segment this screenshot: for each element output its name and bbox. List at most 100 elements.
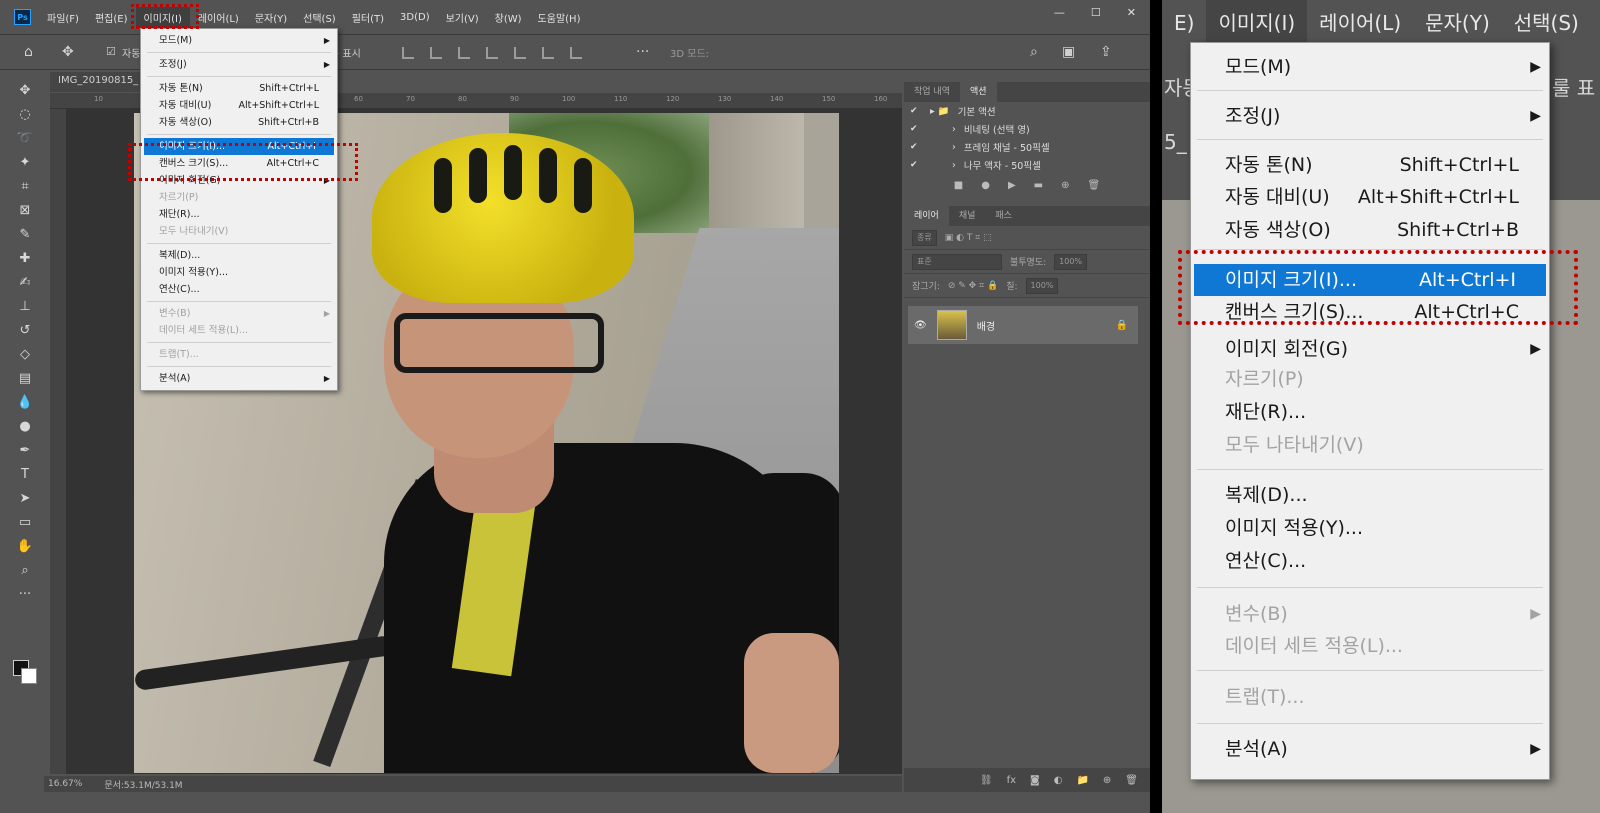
tab-paths[interactable]: 패스 [985,206,1022,226]
pen-tool-icon[interactable]: ✒ [8,438,42,462]
align-bottom-icon[interactable] [542,47,554,59]
menu-type[interactable]: 문자(Y) [247,7,295,28]
align-middle-icon[interactable] [514,47,526,59]
move-tool-icon[interactable]: ✥ [62,44,74,60]
align-center-icon[interactable] [430,47,442,59]
record-icon[interactable]: ● [981,180,990,191]
fx-icon[interactable]: fx [1007,775,1016,786]
hand-tool-icon[interactable]: ✋ [8,534,42,558]
trash-icon[interactable]: 🗑 [1088,180,1101,191]
tab-actions[interactable]: 액션 [959,82,997,102]
menu-item[interactable]: 자동 대비(U) Alt+Shift+Ctrl+L [141,97,337,114]
eyedropper-icon[interactable]: ✎ [8,222,42,246]
more-tools-icon[interactable]: ··· [8,582,42,606]
group-icon[interactable]: 📁 [1076,775,1088,786]
trash-icon[interactable]: 🗑 [1125,775,1138,786]
visibility-eye-icon[interactable]: 👁 [914,320,927,331]
history-brush-icon[interactable]: ↺ [8,318,42,342]
menu-item[interactable]: 분석(A) ▶ [1191,733,1549,765]
action-item[interactable]: ✔ › 나무 액자 - 50픽셀 [904,156,1150,174]
menu-item[interactable]: 자동 톤(N) Shift+Ctrl+L [1191,149,1549,181]
menu-file[interactable]: 파일(F) [39,7,87,28]
tab-channels[interactable]: 채널 [949,206,986,226]
blur-tool-icon[interactable]: 💧 [8,390,42,414]
tab-layers[interactable]: 레이어 [904,206,949,226]
lock-icon[interactable]: 🔒 [1116,320,1128,331]
blend-mode-select[interactable]: 표준 [912,253,1002,270]
check-icon[interactable]: ✔ [910,124,922,134]
link-icon[interactable]: ⛓ [980,775,993,786]
check-icon[interactable]: ✔ [910,160,922,170]
lock-icons[interactable]: ⊘ ✎ ✥ ⌗ 🔒 [948,281,998,291]
menu-layer[interactable]: 레이어(L) [1307,0,1413,46]
brush-tool-icon[interactable]: ✍ [8,270,42,294]
stop-icon[interactable]: ■ [954,180,963,191]
layer-item[interactable]: 👁 배경 🔒 [908,306,1138,344]
menu-item[interactable]: 조정(J) ▶ [141,56,337,73]
action-item[interactable]: ✔ › 프레임 채널 - 50픽셀 [904,138,1150,156]
menu-edit[interactable]: 편집(E) [87,7,136,28]
fill-input[interactable]: 100% [1025,277,1059,294]
lasso-tool-icon[interactable]: ➰ [8,126,42,150]
menu-item[interactable]: 이미지 회전(G) ▶ [1191,333,1549,365]
menu-3d[interactable]: 3D(D) [392,9,438,26]
more-options-icon[interactable]: ··· [636,44,649,60]
new-set-icon[interactable]: ▬ [1034,180,1043,191]
minimize-button[interactable]: — [1054,6,1065,19]
rectangle-tool-icon[interactable]: ▭ [8,510,42,534]
menu-item[interactable]: 자동 색상(O) Shift+Ctrl+B [1191,214,1549,246]
adjustment-icon[interactable]: ◐ [1054,775,1063,786]
path-select-icon[interactable]: ➤ [8,486,42,510]
maximize-button[interactable]: ☐ [1091,6,1101,19]
layer-filter-select[interactable]: 종류 [912,229,937,246]
menu-item[interactable]: 연산(C)... [1191,545,1549,577]
menu-window[interactable]: 창(W) [487,7,530,28]
share-icon[interactable]: ⇪ [1100,44,1112,60]
home-icon[interactable]: ⌂ [24,44,33,60]
distribute-icon[interactable] [570,47,582,59]
check-icon[interactable]: ✔ [910,142,922,152]
menu-item[interactable]: 자동 대비(U) Alt+Shift+Ctrl+L [1191,181,1549,213]
menu-item[interactable]: 복제(D)... [141,247,337,264]
tab-history[interactable]: 작업 내역 [904,82,960,102]
mask-icon[interactable]: ◙ [1030,775,1040,786]
auto-select-checkbox[interactable]: ☑ [106,45,116,58]
healing-brush-icon[interactable]: ✚ [8,246,42,270]
menu-item[interactable]: 모드(M) ▶ [1191,51,1549,83]
marquee-tool-icon[interactable]: ◌ [8,102,42,126]
menu-type[interactable]: 문자(Y) [1413,0,1502,46]
menu-image[interactable]: 이미지(I) [1206,0,1308,46]
search-icon[interactable]: ⌕ [1030,44,1038,60]
menu-item[interactable]: 연산(C)... [141,281,337,298]
move-tool-icon[interactable]: ✥ [8,78,42,102]
new-action-icon[interactable]: ⊕ [1061,180,1069,191]
close-button[interactable]: ✕ [1127,6,1136,19]
menu-item[interactable]: 이미지 적용(Y)... [141,264,337,281]
play-icon[interactable]: ▶ [1008,180,1016,191]
menu-filter[interactable]: 필터(T) [344,7,392,28]
align-right-icon[interactable] [458,47,470,59]
menu-item[interactable]: 분석(A) ▶ [141,370,337,387]
check-icon[interactable]: ✔ [910,106,922,116]
dodge-tool-icon[interactable]: ● [8,414,42,438]
menu-item[interactable]: 재단(R)... [141,206,337,223]
menu-item[interactable]: 재단(R)... [1191,396,1549,428]
menu-select[interactable]: 선택(S) [295,7,344,28]
background-color-swatch[interactable] [21,668,37,684]
document-tab[interactable]: IMG_20190815_ [50,72,147,92]
crop-tool-icon[interactable]: ⌗ [8,174,42,198]
menu-item[interactable]: 자동 톤(N) Shift+Ctrl+L [141,80,337,97]
align-left-icon[interactable] [402,47,414,59]
menu-item[interactable]: 이미지 적용(Y)... [1191,512,1549,544]
action-item[interactable]: ✔ › 비네팅 (선택 영) [904,120,1150,138]
align-top-icon[interactable] [486,47,498,59]
action-set[interactable]: ✔ ▸ 📁 기본 액션 [904,102,1150,120]
menu-edit-partial[interactable]: E) [1162,0,1206,46]
menu-item[interactable]: 모드(M) ▶ [141,32,337,49]
menu-item[interactable]: 복제(D)... [1191,479,1549,511]
menu-item[interactable]: 조정(J) ▶ [1191,100,1549,132]
eraser-icon[interactable]: ◇ [8,342,42,366]
opacity-input[interactable]: 100% [1054,253,1088,270]
menu-select[interactable]: 선택(S) [1502,0,1591,46]
zoom-tool-icon[interactable]: ⌕ [8,558,42,582]
